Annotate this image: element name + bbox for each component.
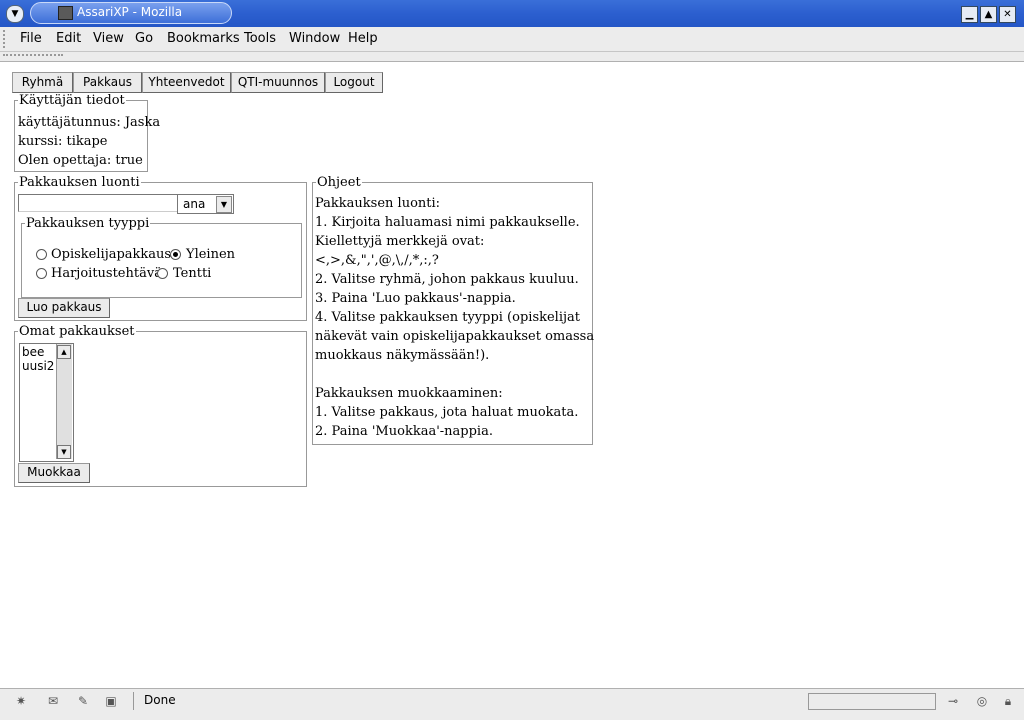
scroll-up-icon[interactable]: ▲: [57, 345, 71, 359]
radio-harjoitustehtava[interactable]: [36, 268, 47, 279]
nav-logout-button[interactable]: Logout: [325, 72, 383, 93]
instruction-line: 1. Kirjoita haluamasi nimi pakkaukselle.: [315, 215, 580, 230]
instruction-line: muokkaus näkymässään!).: [315, 348, 490, 363]
menu-tools[interactable]: Tools: [244, 31, 276, 46]
lock-icon[interactable]: 🔒︎: [999, 694, 1017, 708]
create-package-legend: Pakkauksen luonti: [19, 175, 140, 190]
own-packages-legend: Omat pakkaukset: [19, 324, 135, 339]
package-type-legend: Pakkauksen tyyppi: [26, 216, 150, 231]
instruction-line: 3. Paina 'Luo pakkaus'-nappia.: [315, 291, 516, 306]
instructions-legend: Ohjeet: [317, 175, 361, 190]
menu-help[interactable]: Help: [348, 31, 378, 46]
progress-bar: [808, 693, 936, 710]
instruction-line: näkevät vain opiskelijapakkaukset omassa: [315, 329, 595, 344]
instruction-line: Pakkauksen luonti:: [315, 196, 441, 211]
mail-icon[interactable]: ✉: [44, 694, 62, 708]
maximize-icon[interactable]: ▲: [980, 6, 997, 23]
address-book-icon[interactable]: ▣: [102, 694, 120, 708]
list-item[interactable]: bee: [22, 345, 44, 359]
instruction-line: 2. Valitse ryhmä, johon pakkaus kuuluu.: [315, 272, 579, 287]
status-text: Done: [144, 693, 176, 707]
window-title: AssariXP - Mozilla: [77, 5, 183, 19]
instruction-line: 2. Paina 'Muokkaa'-nappia.: [315, 424, 493, 439]
instruction-line: Kiellettyjä merkkejä ovat:: [315, 234, 485, 249]
teacher-text: Olen opettaja: true: [18, 153, 143, 168]
nav-qti-button[interactable]: QTI-muunnos: [231, 72, 325, 93]
instruction-line: 4. Valitse pakkauksen tyyppi (opiskelija…: [315, 310, 581, 325]
group-select[interactable]: ana ▼: [177, 194, 234, 214]
scroll-down-icon[interactable]: ▼: [57, 445, 71, 459]
radio-tentti-label: Tentti: [173, 266, 212, 281]
radio-opiskelijapakkaus-label: Opiskelijapakkaus: [51, 247, 172, 262]
menu-go[interactable]: Go: [135, 31, 153, 46]
app-icon: [58, 6, 73, 20]
nav-pakkaus-button[interactable]: Pakkaus: [73, 72, 142, 93]
close-icon[interactable]: ✕: [999, 6, 1016, 23]
radio-yleinen[interactable]: [170, 249, 181, 260]
edit-package-button[interactable]: Muokkaa: [18, 463, 90, 483]
menu-file[interactable]: File: [20, 31, 42, 46]
menu-view[interactable]: View: [93, 31, 124, 46]
navigator-icon[interactable]: ✷: [12, 694, 30, 708]
group-select-value: ana: [183, 197, 206, 211]
package-name-input[interactable]: [18, 194, 178, 212]
course-text: kurssi: tikape: [18, 134, 108, 149]
connection-icon[interactable]: ⊸: [941, 694, 965, 708]
minimize-icon[interactable]: ▁: [961, 6, 978, 23]
create-package-button[interactable]: Luo pakkaus: [18, 298, 110, 318]
radio-harjoitustehtava-label: Harjoitustehtävä: [51, 266, 162, 281]
menu-window[interactable]: Window: [289, 31, 340, 46]
nav-ryhma-button[interactable]: Ryhmä: [12, 72, 73, 93]
radio-yleinen-label: Yleinen: [186, 247, 236, 262]
menu-bookmarks[interactable]: Bookmarks: [167, 31, 240, 46]
window-menu-icon[interactable]: ▼: [6, 5, 24, 23]
instruction-line: 1. Valitse pakkaus, jota haluat muokata.: [315, 405, 579, 420]
listbox-scrollbar[interactable]: [56, 344, 72, 459]
username-text: käyttäjätunnus: Jaska: [18, 115, 161, 130]
toolbar-grip[interactable]: [3, 30, 9, 48]
user-info-legend: Käyttäjän tiedot: [19, 93, 125, 108]
menu-edit[interactable]: Edit: [56, 31, 81, 46]
instruction-line: <,>,&,",',@,\,/,*,:,?: [315, 253, 439, 268]
menu-bar: [0, 27, 1024, 52]
chevron-down-icon[interactable]: ▼: [216, 196, 232, 213]
security-icon[interactable]: ◎: [973, 694, 991, 708]
radio-tentti[interactable]: [157, 268, 168, 279]
composer-icon[interactable]: ✎: [74, 694, 92, 708]
radio-opiskelijapakkaus[interactable]: [36, 249, 47, 260]
list-item[interactable]: uusi2: [22, 359, 54, 373]
collapsed-toolbar-grip[interactable]: [3, 54, 63, 60]
status-divider: [133, 692, 134, 710]
collapsed-toolbar: [0, 52, 1024, 62]
nav-yhteenvedot-button[interactable]: Yhteenvedot: [142, 72, 231, 93]
instruction-line: Pakkauksen muokkaaminen:: [315, 386, 503, 401]
